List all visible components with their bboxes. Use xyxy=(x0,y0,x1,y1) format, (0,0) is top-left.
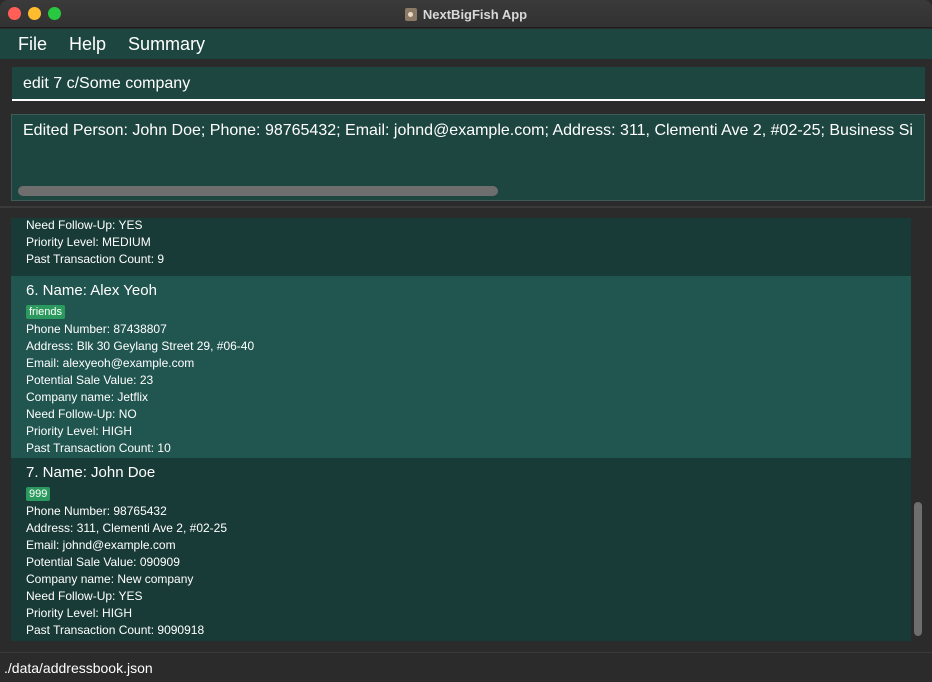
result-text: Edited Person: John Doe; Phone: 98765432… xyxy=(23,122,913,139)
person-card-7[interactable]: 7. Name: John Doe 999 Phone Number: 9876… xyxy=(11,458,911,641)
person-card-5[interactable]: Need Follow-Up: YES Priority Level: MEDI… xyxy=(11,218,911,276)
email-field: Email: alexyeoh@example.com xyxy=(26,356,195,370)
sale-value-field: Potential Sale Value: 090909 xyxy=(26,555,180,569)
app-window: NextBigFish App File Help Summary edit 7… xyxy=(0,0,932,682)
priority-field: Priority Level: MEDIUM xyxy=(26,235,151,249)
title-bar: NextBigFish App xyxy=(0,0,932,28)
person-name: 6. Name: Alex Yeoh xyxy=(26,282,157,299)
priority-field: Priority Level: HIGH xyxy=(26,424,133,438)
transaction-count-field: Past Transaction Count: 10 xyxy=(26,441,171,455)
address-field: Address: 311, Clementi Ave 2, #02-25 xyxy=(26,521,228,535)
app-icon xyxy=(404,7,417,21)
status-bar: ./data/addressbook.json xyxy=(0,652,932,682)
priority-field: Priority Level: HIGH xyxy=(26,606,133,620)
tag-badge: friends xyxy=(26,305,66,319)
phone-field: Phone Number: 98765432 xyxy=(26,504,167,518)
follow-up-field: Need Follow-Up: YES xyxy=(26,218,143,232)
data-file-path: ./data/addressbook.json xyxy=(4,660,153,676)
sale-value-field: Potential Sale Value: 23 xyxy=(26,373,154,387)
menu-bar: File Help Summary xyxy=(0,29,932,59)
person-card-6[interactable]: 6. Name: Alex Yeoh friends Phone Number:… xyxy=(11,276,911,458)
vertical-scrollbar-thumb[interactable] xyxy=(914,502,922,636)
company-field: Company name: Jetflix xyxy=(26,390,149,404)
tag-badge: 999 xyxy=(26,487,51,501)
email-field: Email: johnd@example.com xyxy=(26,538,176,552)
menu-help[interactable]: Help xyxy=(69,34,106,55)
follow-up-field: Need Follow-Up: NO xyxy=(26,407,137,421)
command-area: edit 7 c/Some company xyxy=(0,59,932,107)
command-input[interactable]: edit 7 c/Some company xyxy=(12,67,925,101)
address-field: Address: Blk 30 Geylang Street 29, #06-4… xyxy=(26,339,255,353)
transaction-count-field: Past Transaction Count: 9 xyxy=(26,252,165,266)
window-title-group: NextBigFish App xyxy=(0,0,932,28)
follow-up-field: Need Follow-Up: YES xyxy=(26,589,143,603)
phone-field: Phone Number: 87438807 xyxy=(26,322,167,336)
result-display: Edited Person: John Doe; Phone: 98765432… xyxy=(11,114,925,201)
menu-summary[interactable]: Summary xyxy=(128,34,205,55)
person-name: 7. Name: John Doe xyxy=(26,464,156,481)
person-list: Need Follow-Up: YES Priority Level: MEDI… xyxy=(11,218,911,641)
transaction-count-field: Past Transaction Count: 9090918 xyxy=(26,623,205,637)
split-divider[interactable] xyxy=(0,206,932,208)
company-field: Company name: New company xyxy=(26,572,194,586)
horizontal-scrollbar[interactable] xyxy=(18,186,498,196)
menu-file[interactable]: File xyxy=(18,34,47,55)
window-title: NextBigFish App xyxy=(422,6,528,22)
